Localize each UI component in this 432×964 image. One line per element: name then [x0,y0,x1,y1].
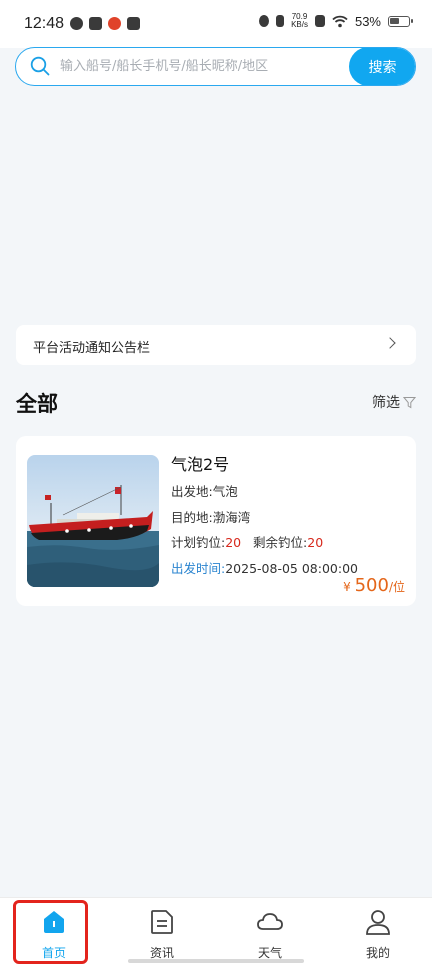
filter-button[interactable]: 筛选 [372,392,416,412]
status-bar: 12:48 70.9 KB/s 53% [0,0,432,48]
status-time: 12:48 [24,15,65,32]
vibrate-icon [276,15,285,27]
boat-name: 气泡2号 [171,455,230,474]
sync-icon [70,17,83,30]
search-icon [30,56,50,76]
weibo-icon [108,17,121,30]
home-indicator [128,959,304,963]
search-button[interactable]: 搜索 [349,48,415,85]
highlight-box [13,900,88,964]
search-bar: 搜索 [15,47,416,86]
notice-bar[interactable]: 平台活动通知公告栏 [16,325,416,365]
filter-label: 筛选 [372,395,400,411]
wifi-icon [332,15,348,27]
price: ¥ 500/位 [343,575,405,596]
filter-icon [403,396,416,408]
boat-photo [27,455,159,587]
trip-card[interactable]: 气泡2号 出发地:气泡 目的地:渤海湾 计划钓位:20 剩余钓位:20 出发时间… [16,436,416,606]
chevron-right-icon [384,337,396,349]
battery-percent: 53% [354,13,381,29]
tab-news[interactable]: 资讯 [108,898,216,964]
app-icon [89,17,102,30]
fishing-spots: 计划钓位:20 剩余钓位:20 [171,535,324,550]
remaining-spots: 20 [307,535,324,550]
message-icon [127,17,140,30]
tab-profile[interactable]: 我的 [324,898,432,964]
status-right: 70.9 KB/s 53% [259,12,413,29]
battery-icon [388,15,413,27]
planned-spots: 20 [225,535,242,550]
notification-icons [70,17,140,30]
banner-area [0,90,432,320]
section-title: 全部 [16,392,58,416]
destination: 目的地:渤海湾 [171,510,251,525]
document-icon [151,910,173,934]
cloud-icon [257,913,283,930]
notice-label: 平台活动通知公告栏 [33,341,151,356]
departure-place: 出发地:气泡 [171,484,238,499]
search-input[interactable] [60,48,350,84]
network-speed: 70.9 KB/s [291,12,308,29]
sim-icon [314,15,325,27]
user-icon [366,910,390,935]
tab-weather[interactable]: 天气 [216,898,324,964]
location-icon [259,15,270,27]
departure-time: 出发时间:2025-08-05 08:00:00 [171,561,358,576]
